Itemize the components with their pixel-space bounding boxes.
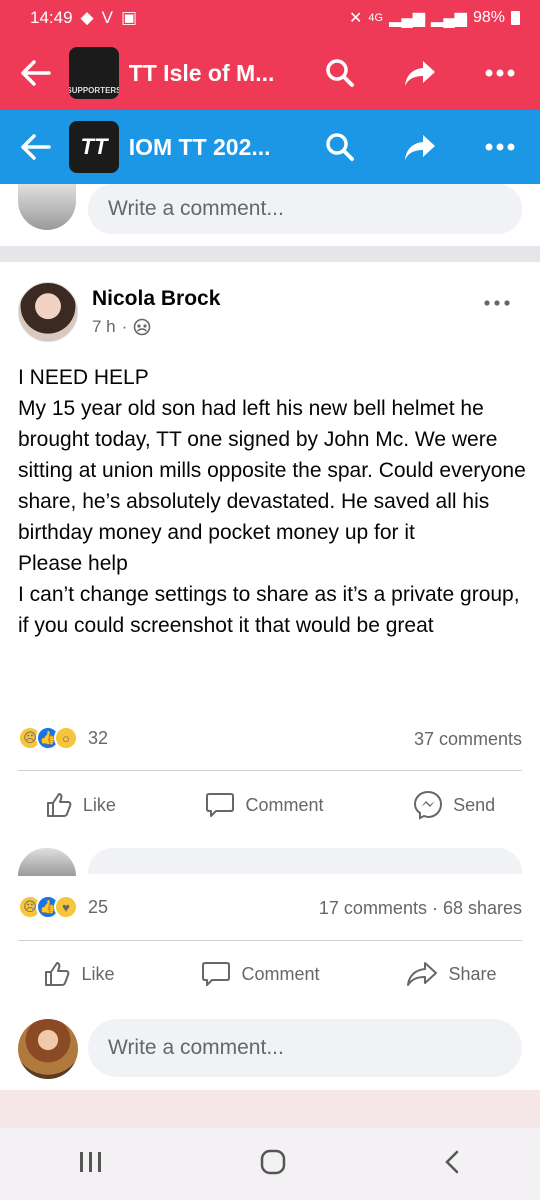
post-time[interactable]: 7 h	[92, 317, 116, 337]
like-button[interactable]: Like	[43, 960, 115, 988]
more-button-secondary[interactable]	[460, 119, 540, 175]
search-button[interactable]	[300, 45, 380, 101]
home-icon	[260, 1149, 286, 1174]
recent-apps-button[interactable]	[78, 1151, 104, 1178]
comment-button[interactable]: Comment	[205, 790, 324, 820]
comment-label: Comment	[241, 963, 320, 984]
author-avatar[interactable]	[18, 282, 78, 342]
divider	[18, 770, 522, 771]
back-button[interactable]	[8, 45, 63, 101]
reaction-summary[interactable]: ☹ 👍 ○ 32	[18, 726, 108, 750]
post-line: I can’t change settings to share as it’s…	[18, 583, 526, 637]
comments-count[interactable]: 37 comments	[414, 729, 522, 750]
more-dots-icon	[485, 69, 515, 77]
share-button-secondary[interactable]	[380, 119, 460, 175]
next-post-edge	[0, 1090, 540, 1128]
like-button[interactable]: Like	[45, 790, 116, 820]
like-label: Like	[81, 963, 115, 984]
tt-logo-text: TT	[80, 134, 108, 159]
signal-icon-2: ▂▄▆	[431, 10, 467, 27]
thumbs-up-icon	[45, 962, 70, 986]
outer-post-actions: Like Comment Share	[0, 960, 540, 988]
status-bar: 14:49 ◆ V ▣ ✕ 4G ▂▄▆ ▂▄▆ 98%	[0, 0, 540, 36]
post-body: I NEED HELP My 15 year old son had left …	[18, 362, 528, 641]
search-icon	[326, 59, 354, 87]
header-secondary: TT IOM TT 202...	[0, 110, 540, 184]
post-options-button[interactable]	[484, 290, 510, 311]
home-button[interactable]	[259, 1148, 287, 1181]
more-dots-icon	[485, 143, 515, 151]
back-button-secondary[interactable]	[8, 119, 63, 175]
post-author[interactable]: Nicola Brock	[92, 287, 220, 311]
care-reaction-icon: ♥	[54, 895, 78, 919]
post-header: Nicola Brock 7 h ·	[18, 282, 220, 342]
signal-icon: ▂▄▆	[389, 10, 426, 27]
divider	[18, 940, 522, 941]
search-icon	[326, 133, 354, 161]
reaction-summary-outer[interactable]: ☹ 👍 ♥ 25	[18, 895, 108, 919]
share-icon	[407, 962, 438, 986]
comments-shares-count[interactable]: 17 comments · 68 shares	[319, 898, 522, 919]
app-notification-icon: V	[101, 8, 113, 27]
comment-label: Comment	[245, 794, 324, 815]
post-line: Please help	[18, 552, 128, 575]
share-action-button[interactable]: Share	[406, 960, 496, 988]
share-button[interactable]	[380, 45, 460, 101]
search-button-secondary[interactable]	[300, 119, 380, 175]
network-label: 4G	[368, 12, 384, 24]
battery-level: 98%	[472, 9, 505, 26]
my-avatar[interactable]	[18, 1019, 78, 1079]
image-notification-icon: ▣	[120, 8, 138, 27]
commenter-avatar[interactable]	[18, 184, 76, 230]
commenter-avatar[interactable]	[18, 848, 76, 876]
comment-input[interactable]: Write a comment...	[88, 1019, 522, 1077]
reaction-count: 32	[88, 727, 109, 748]
header-primary: SUPPORTERS TT Isle of M...	[0, 36, 540, 110]
comment-placeholder: Write a comment...	[108, 197, 284, 220]
notification-icon: ◆	[80, 8, 94, 27]
share-arrow-icon	[405, 61, 435, 86]
comment-button[interactable]: Comment	[201, 960, 319, 988]
battery-icon	[511, 11, 520, 25]
send-button[interactable]: Send	[413, 790, 495, 820]
post-line: My 15 year old son had left his new bell…	[18, 397, 532, 544]
section-separator	[0, 246, 540, 262]
back-arrow-icon	[20, 60, 51, 86]
status-time: 14:49	[30, 8, 73, 27]
page-title: IOM TT 202...	[128, 133, 271, 160]
more-dots-icon	[484, 300, 510, 306]
more-button[interactable]	[460, 45, 540, 101]
post-actions: Like Comment Send	[0, 790, 540, 820]
post-line: I NEED HELP	[18, 366, 149, 389]
chevron-left-icon	[445, 1150, 459, 1173]
comment-input-top[interactable]: Write a comment...	[88, 184, 522, 234]
group-logo-text: SUPPORTERS	[69, 85, 118, 95]
comment-placeholder: Write a comment...	[108, 1036, 284, 1059]
tt-logo: TT	[69, 121, 119, 173]
wow-reaction-icon: ○	[54, 726, 78, 750]
back-nav-button[interactable]	[442, 1149, 462, 1180]
comment-bubble-icon	[202, 962, 231, 986]
reaction-count: 25	[88, 896, 109, 917]
separator-dot: ·	[121, 317, 128, 336]
thumbs-up-icon	[46, 793, 72, 817]
privacy-group-icon	[134, 318, 151, 336]
group-title: TT Isle of M...	[128, 59, 275, 86]
group-logo: SUPPORTERS	[69, 47, 119, 99]
mute-icon: ✕	[348, 10, 363, 27]
messenger-icon	[414, 790, 443, 820]
send-label: Send	[453, 794, 496, 815]
share-arrow-icon	[405, 135, 435, 160]
like-label: Like	[82, 794, 116, 815]
back-arrow-icon	[20, 134, 51, 160]
recent-apps-icon	[79, 1151, 101, 1172]
system-nav-bar	[0, 1128, 540, 1200]
comment-bubble-icon	[206, 793, 235, 817]
comment-input-hidden[interactable]	[88, 848, 522, 874]
share-label: Share	[448, 963, 497, 984]
